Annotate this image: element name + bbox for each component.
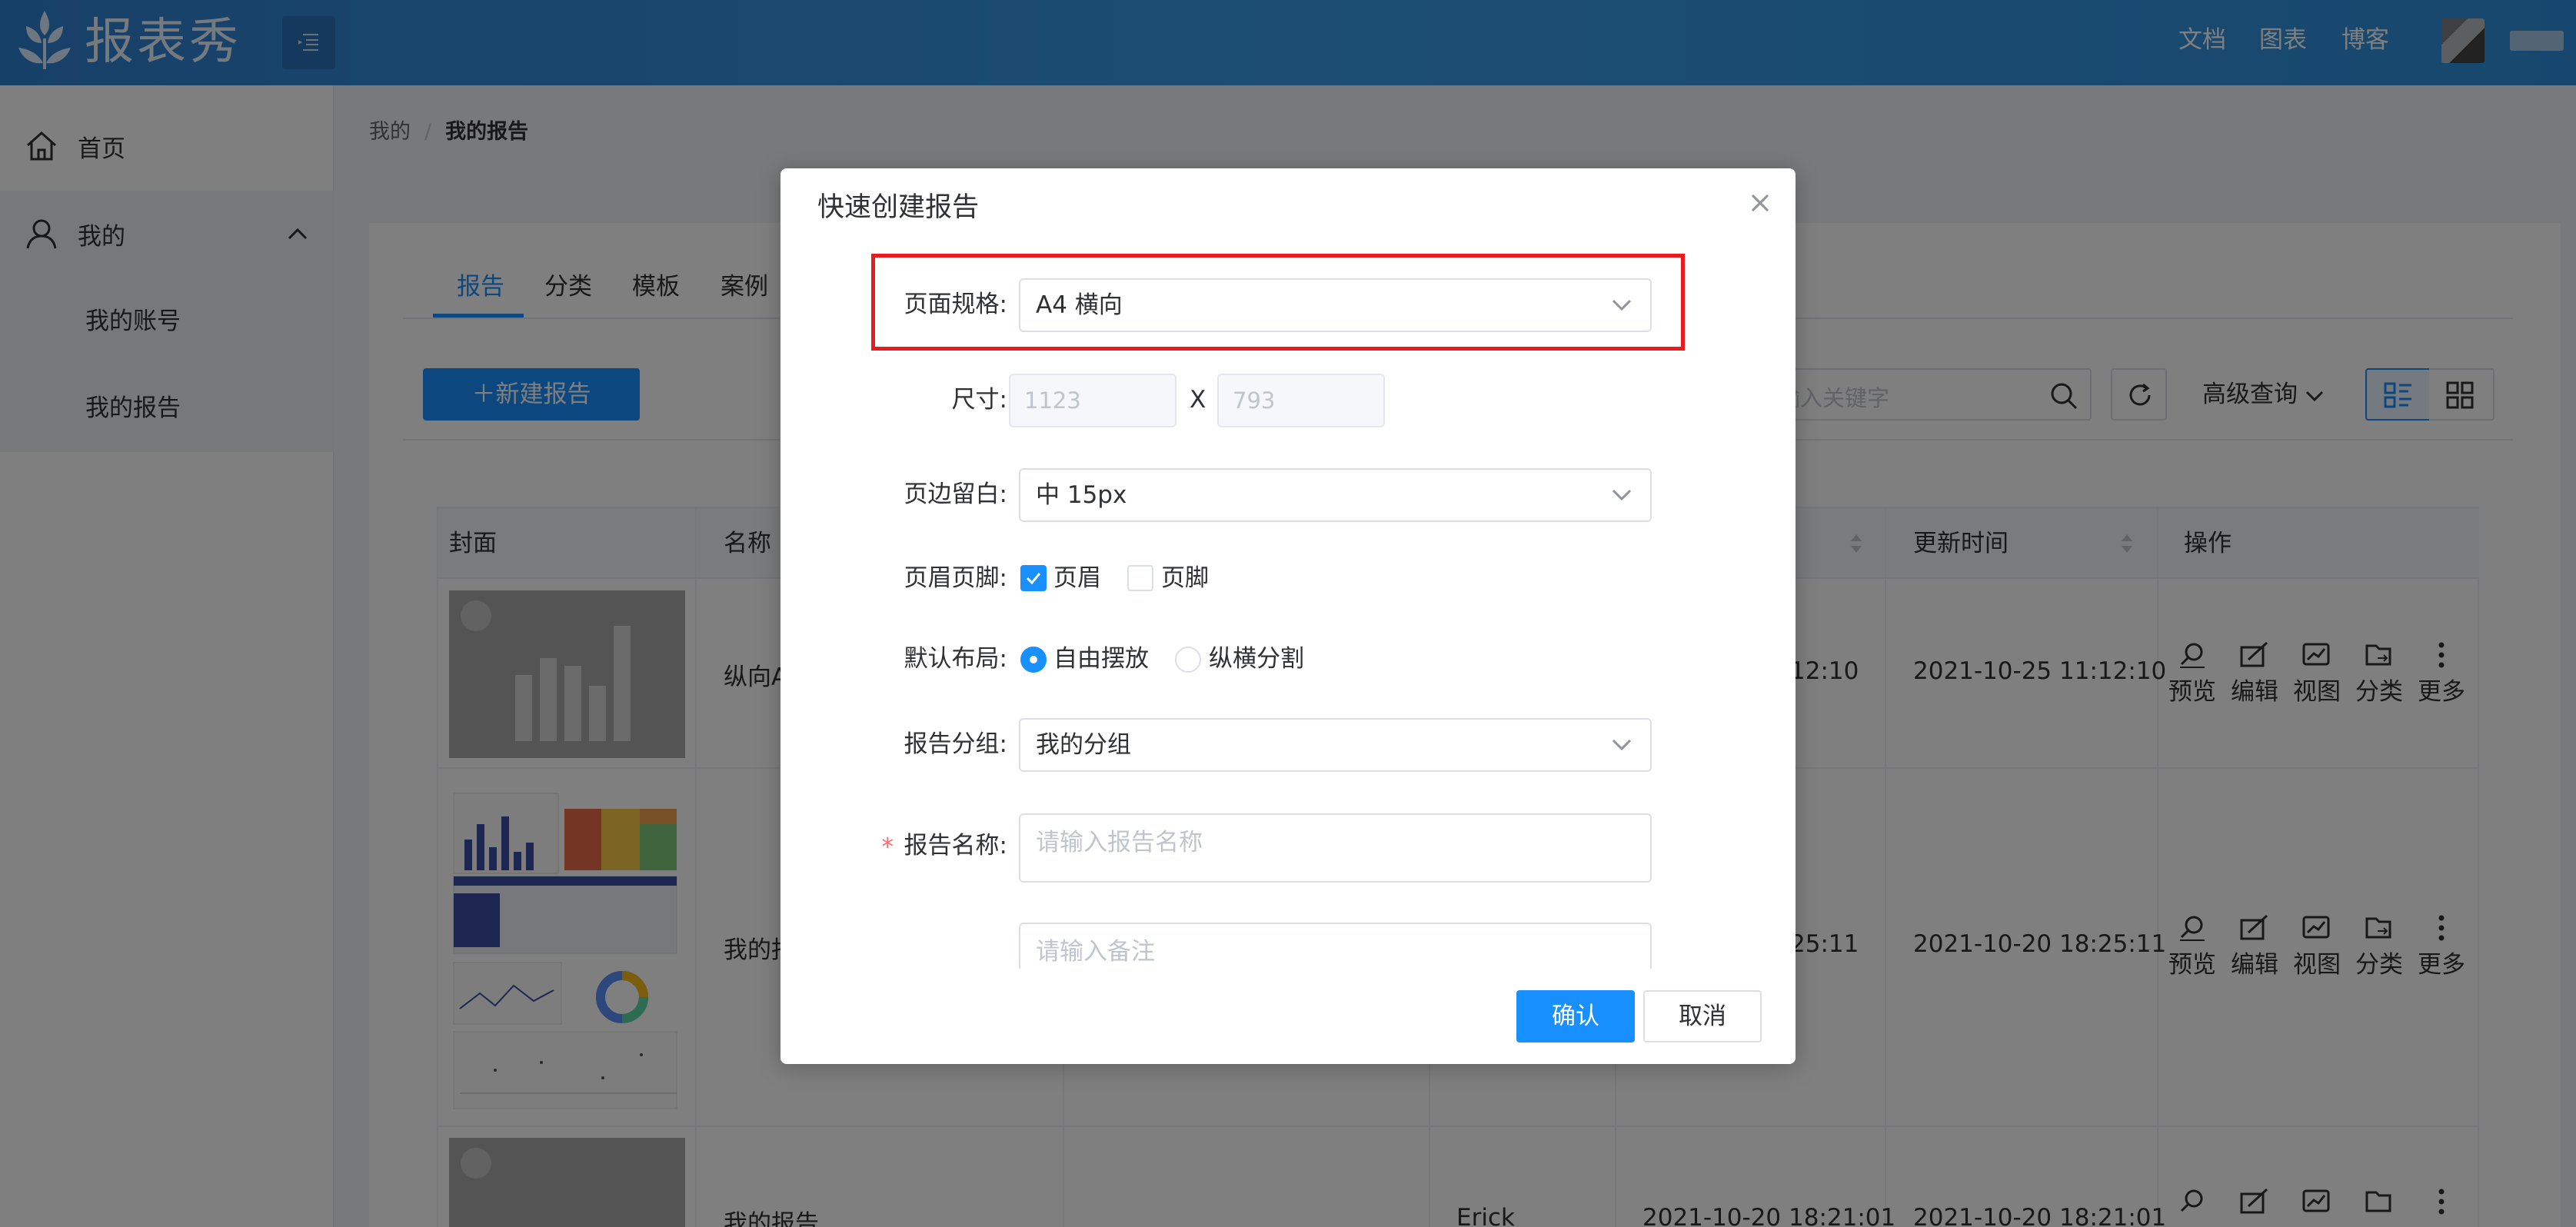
report-name-input[interactable]: 请输入报告名称 xyxy=(1019,813,1652,883)
header-footer-label: 页眉页脚: xyxy=(904,564,1007,592)
footer-checkbox[interactable] xyxy=(1127,565,1153,591)
report-name-label: 报告名称: xyxy=(904,832,1007,860)
margin-label: 页边留白: xyxy=(904,480,1007,508)
header-checkbox[interactable] xyxy=(1020,565,1047,591)
layout-free-label[interactable]: 自由摆放 xyxy=(1053,640,1149,678)
header-option-label[interactable]: 页眉 xyxy=(1053,559,1101,597)
width-input: 1123 xyxy=(1009,374,1177,427)
group-value: 我的分组 xyxy=(1036,731,1131,759)
check-icon xyxy=(1026,573,1041,585)
layout-free-radio[interactable] xyxy=(1020,647,1047,673)
note-input[interactable]: 请输入备注 xyxy=(1019,923,1652,969)
page-spec-label: 页面规格: xyxy=(904,291,1007,318)
page-spec-value: A4 横向 xyxy=(1036,291,1123,319)
close-icon[interactable] xyxy=(1746,189,1774,217)
size-separator: X xyxy=(1190,386,1206,414)
height-input: 793 xyxy=(1217,374,1385,427)
layout-split-radio[interactable] xyxy=(1175,647,1201,673)
margin-value: 中 15px xyxy=(1036,481,1127,509)
required-mark: * xyxy=(881,833,894,861)
chevron-down-icon xyxy=(1612,489,1632,501)
height-placeholder: 793 xyxy=(1233,387,1276,414)
width-placeholder: 1123 xyxy=(1024,387,1081,414)
cancel-button[interactable]: 取消 xyxy=(1643,990,1762,1042)
confirm-button[interactable]: 确认 xyxy=(1516,990,1635,1042)
group-select[interactable]: 我的分组 xyxy=(1019,718,1652,772)
page-spec-select[interactable]: A4 横向 xyxy=(1019,278,1652,332)
report-name-placeholder: 请输入报告名称 xyxy=(1036,829,1203,856)
group-label: 报告分组: xyxy=(904,730,1007,758)
layout-split-label[interactable]: 纵横分割 xyxy=(1209,640,1304,678)
footer-option-label[interactable]: 页脚 xyxy=(1161,559,1209,597)
layout-label: 默认布局: xyxy=(904,645,1007,673)
chevron-down-icon xyxy=(1612,739,1632,751)
note-placeholder: 请输入备注 xyxy=(1036,938,1155,966)
chevron-down-icon xyxy=(1612,299,1632,311)
size-label: 尺寸: xyxy=(951,386,1007,414)
dialog-title: 快速创建报告 xyxy=(817,192,980,223)
margin-select[interactable]: 中 15px xyxy=(1019,468,1652,522)
